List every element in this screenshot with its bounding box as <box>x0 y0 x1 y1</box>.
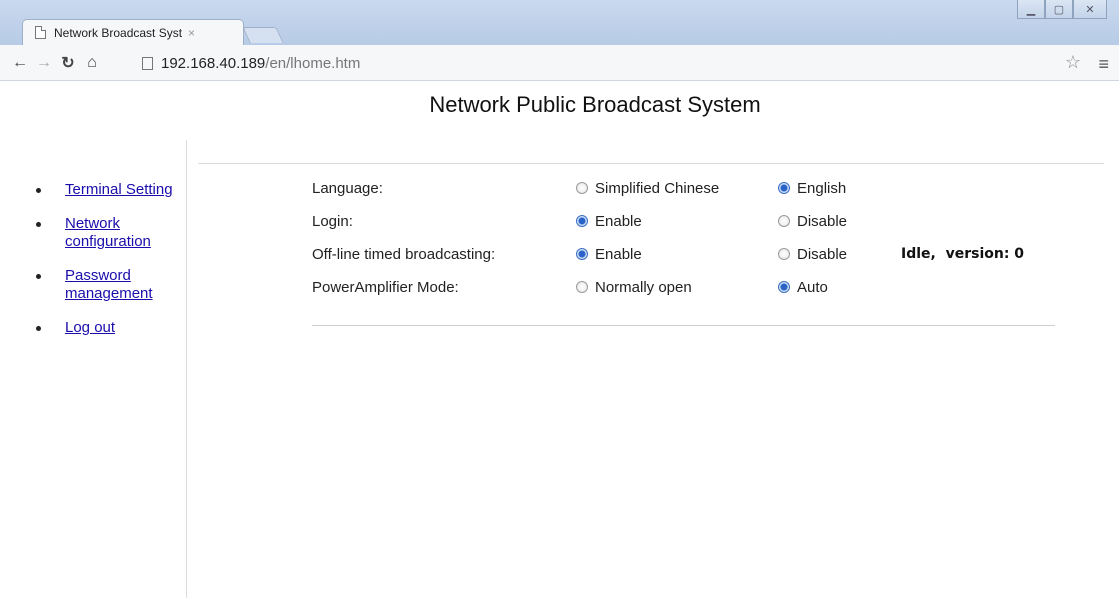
offline-broadcasting-enable-option[interactable]: Enable <box>576 246 642 263</box>
broadcast-status-text: Idle, version: 0 <box>901 246 1025 262</box>
power-amplifier-row: PowerAmplifier Mode: Normally open Auto <box>312 277 1072 297</box>
tab-close-icon[interactable]: × <box>188 26 195 40</box>
back-icon[interactable]: ← <box>8 54 32 72</box>
language-simplified-chinese-option[interactable]: Simplified Chinese <box>576 180 719 197</box>
network-configuration-link[interactable]: Network configuration <box>65 215 151 250</box>
home-icon[interactable]: ⌂ <box>80 54 104 72</box>
offline-broadcasting-disable-label: Disable <box>797 245 848 263</box>
log-out-link[interactable]: Log out <box>65 319 115 336</box>
minimize-icon[interactable]: ▁ <box>1017 0 1045 19</box>
terminal-setting-link[interactable]: Terminal Setting <box>65 181 173 198</box>
password-management-link[interactable]: Password management <box>65 267 153 302</box>
login-enable-radio[interactable] <box>576 215 588 227</box>
login-disable-label: Disable <box>797 212 848 230</box>
sidebar-nav: Terminal Setting Network configuration P… <box>34 181 184 353</box>
address-bar[interactable]: 192.168.40.189/en/lhome.htm <box>136 50 1088 76</box>
language-simplified-chinese-label: Simplified Chinese <box>595 179 720 197</box>
login-label: Login: <box>312 212 353 230</box>
sidebar-item-password-management: Password management <box>34 267 184 303</box>
power-amplifier-normally-open-label: Normally open <box>595 278 692 296</box>
power-amplifier-label: PowerAmplifier Mode: <box>312 278 459 296</box>
url-host: 192.168.40.189 <box>161 54 266 72</box>
offline-broadcasting-enable-label: Enable <box>595 245 642 263</box>
maximize-icon[interactable]: ▢ <box>1045 0 1073 19</box>
login-disable-option[interactable]: Disable <box>778 213 847 230</box>
power-amplifier-auto-radio[interactable] <box>778 281 790 293</box>
language-english-radio[interactable] <box>778 182 790 194</box>
language-english-option[interactable]: English <box>778 180 846 197</box>
url-path: /en/lhome.htm <box>265 54 361 72</box>
offline-broadcasting-label: Off-line timed broadcasting: <box>312 245 496 263</box>
sidebar-item-terminal-setting: Terminal Setting <box>34 181 184 199</box>
language-row: Language: Simplified Chinese English <box>312 178 1072 198</box>
sidebar-item-network-configuration: Network configuration <box>34 215 184 251</box>
login-disable-radio[interactable] <box>778 215 790 227</box>
bookmark-star-icon[interactable]: ☆ <box>1065 52 1081 73</box>
menu-icon[interactable]: ≡ <box>1098 54 1109 75</box>
bottom-divider <box>312 325 1055 326</box>
power-amplifier-normally-open-option[interactable]: Normally open <box>576 279 692 296</box>
language-label: Language: <box>312 179 383 197</box>
page-icon <box>35 26 46 39</box>
offline-broadcasting-enable-radio[interactable] <box>576 248 588 260</box>
browser-titlebar: Network Broadcast Syst × ▁ ▢ ✕ <box>0 0 1119 45</box>
power-amplifier-auto-option[interactable]: Auto <box>778 279 828 296</box>
offline-broadcasting-disable-option[interactable]: Disable <box>778 246 847 263</box>
power-amplifier-normally-open-radio[interactable] <box>576 281 588 293</box>
browser-tab[interactable]: Network Broadcast Syst × <box>22 19 244 45</box>
tab-title: Network Broadcast Syst <box>54 25 183 40</box>
window-controls: ▁ ▢ ✕ <box>1017 0 1107 19</box>
top-divider <box>198 163 1104 164</box>
page-title: Network Public Broadcast System <box>429 92 761 117</box>
offline-broadcasting-disable-radio[interactable] <box>778 248 790 260</box>
power-amplifier-auto-label: Auto <box>797 278 828 296</box>
forward-icon[interactable]: → <box>32 54 56 72</box>
browser-toolbar: ← → ↻ ⌂ 192.168.40.189/en/lhome.htm ☆ ≡ <box>0 45 1119 81</box>
offline-broadcasting-row: Off-line timed broadcasting: Enable Disa… <box>312 244 1072 264</box>
reload-icon[interactable]: ↻ <box>56 53 80 73</box>
sidebar-divider <box>186 140 187 598</box>
new-tab-button[interactable] <box>242 27 284 43</box>
sidebar-item-log-out: Log out <box>34 319 184 337</box>
language-simplified-chinese-radio[interactable] <box>576 182 588 194</box>
language-english-label: English <box>797 179 847 197</box>
close-icon[interactable]: ✕ <box>1073 0 1107 19</box>
page-info-icon[interactable] <box>142 56 153 70</box>
login-enable-option[interactable]: Enable <box>576 213 642 230</box>
login-enable-label: Enable <box>595 212 642 230</box>
login-row: Login: Enable Disable <box>312 211 1072 231</box>
